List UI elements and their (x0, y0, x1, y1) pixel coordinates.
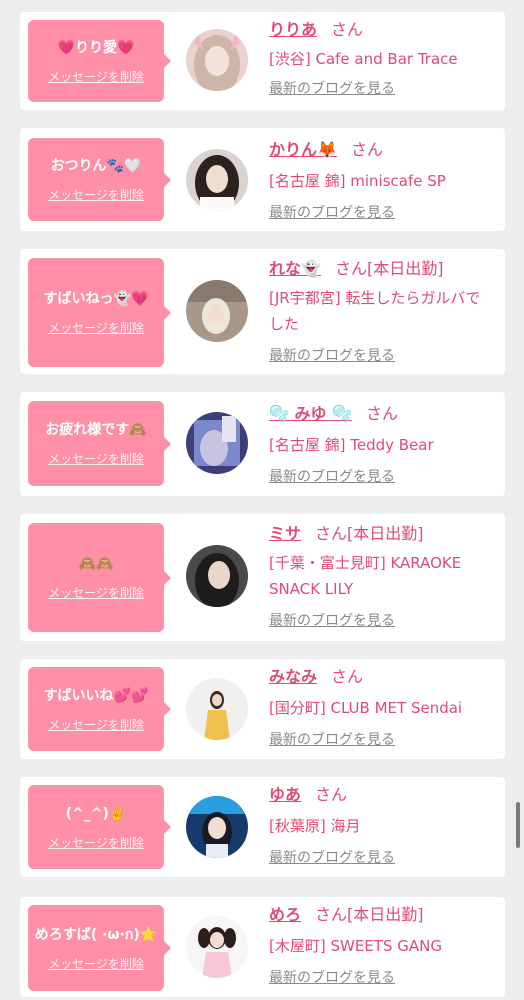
shop-name: [木屋町] SWEETS GANG (269, 937, 442, 955)
message-text: 💗りり愛💗 (57, 39, 135, 56)
message-card: すばいねっ👻💗 メッセージを削除 れな👻 さん[本日出勤] [JR宇都宮] 転生し… (20, 249, 505, 374)
shop-name: [千葉・富士見町] KARAOKE SNACK LILY (269, 554, 462, 598)
avatar[interactable] (186, 545, 248, 607)
honorific: さん (315, 524, 348, 543)
message-bubble: 🙈🙈 メッセージを削除 (28, 523, 171, 632)
message-bubble: 💗りり愛💗 メッセージを削除 (28, 20, 171, 102)
message-card: めろすば( ·ω·ก)⭐ メッセージを削除 めろ さん[本日出勤] [木屋町] S… (20, 897, 505, 997)
cast-name-link[interactable]: れな👻 (269, 259, 321, 278)
cast-info: かりん🦊 さん [名古屋 錦] miniscafe SP 最新のブログを見る (269, 138, 495, 222)
cast-name-link[interactable]: りりあ (269, 20, 317, 39)
message-text: おつりん🐾🤍 (50, 158, 142, 174)
cast-info: みなみ さん [国分町] CLUB MET Sendai 最新のブログを見る (269, 665, 495, 749)
delete-message-link[interactable]: メッセージを削除 (48, 450, 144, 467)
cast-name-link[interactable]: 🫧 みゆ 🫧 (269, 404, 352, 423)
shop-name: [秋葉原] 海月 (269, 817, 361, 835)
shop-name: [渋谷] Cafe and Bar Trace (269, 50, 458, 68)
message-text: すばいいね💕💕 (43, 687, 149, 704)
latest-blog-link[interactable]: 最新のブログを見る (269, 967, 395, 987)
message-card: 💗りり愛💗 メッセージを削除 りりあ さん [渋谷] Cafe and Bar T… (20, 12, 505, 110)
delete-message-link[interactable]: メッセージを削除 (48, 68, 144, 85)
honorific: さん (334, 259, 367, 278)
name-line: 🫧 みゆ 🫧 さん (269, 402, 495, 426)
honorific: さん (315, 905, 348, 924)
message-card: おつりん🐾🤍 メッセージを削除 かりん🦊 さん [名古屋 錦] miniscafe… (20, 128, 505, 231)
delete-message-link[interactable]: メッセージを削除 (48, 186, 144, 203)
latest-blog-link[interactable]: 最新のブログを見る (269, 729, 395, 749)
name-line: れな👻 さん[本日出勤] (269, 257, 495, 281)
avatar[interactable] (186, 796, 248, 858)
message-text: (^_^)✌️ (65, 805, 127, 822)
message-bubble: (^_^)✌️ メッセージを削除 (28, 785, 171, 869)
message-bubble: おつりん🐾🤍 メッセージを削除 (28, 138, 171, 221)
cast-info: 🫧 みゆ 🫧 さん [名古屋 錦] Teddy Bear 最新のブログを見る (269, 402, 495, 486)
avatar[interactable] (186, 29, 248, 91)
honorific: さん (350, 140, 383, 159)
latest-blog-link[interactable]: 最新のブログを見る (269, 466, 395, 486)
cast-info: りりあ さん [渋谷] Cafe and Bar Trace 最新のブログを見る (269, 18, 495, 98)
cast-info: ゆあ さん [秋葉原] 海月 最新のブログを見る (269, 783, 495, 867)
delete-message-link[interactable]: メッセージを削除 (48, 955, 144, 972)
shop-name: [名古屋 錦] miniscafe SP (269, 172, 446, 190)
honorific: さん (331, 667, 364, 686)
message-text: めろすば( ·ω·ก)⭐ (34, 926, 158, 943)
cast-name-link[interactable]: ミサ (269, 524, 301, 543)
shop-name: [JR宇都宮] 転生したらガルバでした (269, 289, 481, 333)
delete-message-link[interactable]: メッセージを削除 (48, 716, 144, 733)
message-bubble: めろすば( ·ω·ก)⭐ メッセージを削除 (28, 905, 171, 991)
message-bubble: すばいいね💕💕 メッセージを削除 (28, 667, 171, 751)
avatar[interactable] (186, 280, 248, 342)
shop-name: [名古屋 錦] Teddy Bear (269, 436, 434, 454)
latest-blog-link[interactable]: 最新のブログを見る (269, 345, 395, 365)
cast-info: ミサ さん[本日出勤] [千葉・富士見町] KARAOKE SNACK LILY … (269, 522, 495, 630)
honorific: さん (315, 785, 348, 804)
status-label: [本日出勤] (347, 905, 424, 924)
honorific: さん (331, 20, 364, 39)
message-text: 🙈🙈 (78, 556, 114, 572)
name-line: みなみ さん (269, 665, 495, 689)
scrollbar-thumb[interactable] (516, 802, 520, 848)
status-label: [本日出勤] (366, 259, 444, 278)
name-line: ミサ さん[本日出勤] (269, 522, 495, 546)
name-line: りりあ さん (269, 18, 495, 42)
shop-name: [国分町] CLUB MET Sendai (269, 699, 463, 717)
message-card: 🙈🙈 メッセージを削除 ミサ さん[本日出勤] [千葉・富士見町] KARAOKE… (20, 514, 505, 641)
name-line: ゆあ さん (269, 783, 495, 807)
latest-blog-link[interactable]: 最新のブログを見る (269, 202, 395, 222)
latest-blog-link[interactable]: 最新のブログを見る (269, 847, 395, 867)
name-line: かりん🦊 さん (269, 138, 495, 162)
status-label: [本日出勤] (347, 524, 424, 543)
cast-info: れな👻 さん[本日出勤] [JR宇都宮] 転生したらガルバでした 最新のブログを見… (269, 257, 495, 365)
avatar[interactable] (186, 678, 248, 740)
avatar[interactable] (186, 149, 248, 211)
message-card: すばいいね💕💕 メッセージを削除 みなみ さん [国分町] CLUB MET Se… (20, 659, 505, 759)
honorific: さん (366, 404, 399, 423)
latest-blog-link[interactable]: 最新のブログを見る (269, 78, 395, 98)
message-text: すばいねっ👻💗 (43, 291, 149, 307)
cast-name-link[interactable]: めろ (269, 905, 301, 924)
latest-blog-link[interactable]: 最新のブログを見る (269, 610, 395, 630)
message-card: お疲れ様です🙈 メッセージを削除 🫧 みゆ 🫧 さん [名古屋 錦] Teddy … (20, 392, 505, 496)
cast-info: めろ さん[本日出勤] [木屋町] SWEETS GANG 最新のブログを見る (269, 903, 495, 987)
cast-name-link[interactable]: みなみ (269, 667, 317, 686)
cast-name-link[interactable]: かりん🦊 (269, 140, 337, 159)
delete-message-link[interactable]: メッセージを削除 (48, 319, 144, 336)
name-line: めろ さん[本日出勤] (269, 903, 495, 927)
message-card: (^_^)✌️ メッセージを削除 ゆあ さん [秋葉原] 海月 最新のブログを見る (20, 777, 505, 877)
cast-name-link[interactable]: ゆあ (269, 785, 301, 804)
delete-message-link[interactable]: メッセージを削除 (48, 584, 144, 601)
delete-message-link[interactable]: メッセージを削除 (48, 834, 144, 851)
avatar[interactable] (186, 412, 248, 474)
message-bubble: すばいねっ👻💗 メッセージを削除 (28, 258, 171, 367)
avatar[interactable] (186, 916, 248, 978)
message-text: お疲れ様です🙈 (45, 422, 147, 438)
message-bubble: お疲れ様です🙈 メッセージを削除 (28, 401, 171, 486)
